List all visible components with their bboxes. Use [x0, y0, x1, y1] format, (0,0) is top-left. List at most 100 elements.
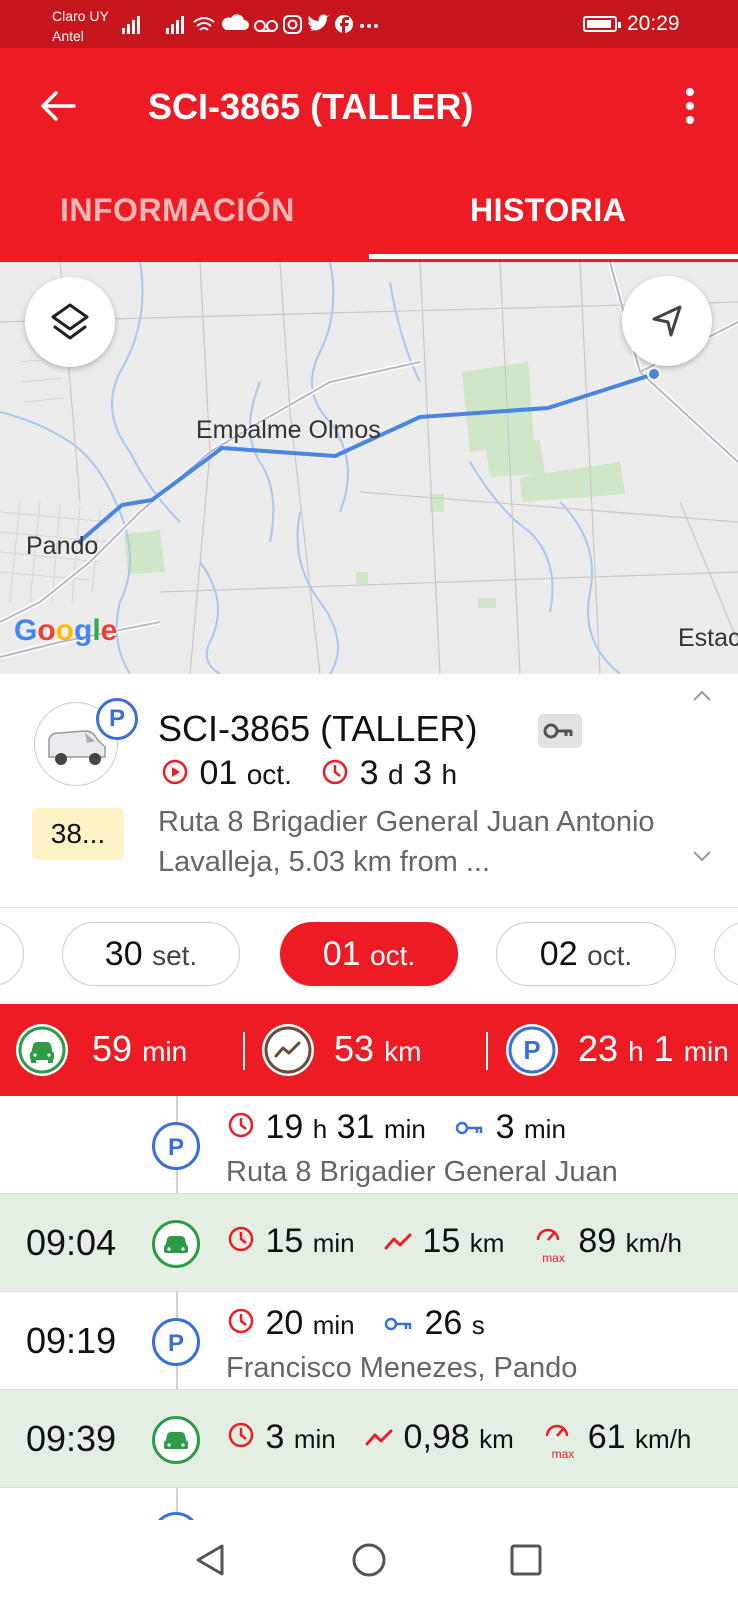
duration-hours-unit: h — [441, 759, 458, 790]
drive-node-icon — [152, 1220, 200, 1268]
max-speed-value: 61 — [587, 1418, 626, 1456]
clock-icon — [228, 1422, 254, 1448]
arrow-left-icon — [41, 91, 76, 121]
collapse-chevron-icon[interactable] — [690, 686, 714, 706]
event-time: 09:39 — [26, 1418, 117, 1459]
date-pill-prev-partial[interactable] — [0, 922, 24, 986]
event-time: 09:04 — [26, 1222, 117, 1263]
status-bar: Claro UY Antel 20:29 — [0, 0, 738, 48]
drive-time-value: 59 — [92, 1028, 133, 1069]
map-label-pando: Pando — [26, 532, 99, 560]
svg-text:P: P — [523, 1035, 540, 1065]
speed-unit: km/h — [625, 1228, 682, 1258]
navigation-icon — [652, 305, 682, 337]
timeline-row-parking[interactable]: P 19 h 31 min 3 min Ruta 8 Brigadier Gen… — [0, 1096, 738, 1194]
max-speed-icon — [545, 1424, 569, 1437]
car-icon — [18, 1026, 66, 1074]
clock-icon — [228, 1308, 254, 1334]
key-icon — [543, 723, 573, 739]
key-icon — [455, 1121, 483, 1135]
clock-icon — [228, 1226, 254, 1252]
layers-icon — [51, 303, 89, 340]
timeline-row-drive[interactable]: 09:39 3 min 0,98 km max 61 km/h — [0, 1390, 738, 1488]
ignition-unit: min — [524, 1114, 566, 1144]
vehicle-address: Ruta 8 Brigadier General Juan Antonio La… — [158, 806, 655, 878]
parking-status-badge: P — [96, 698, 138, 740]
distance-unit: km — [384, 1036, 422, 1067]
duration-minutes: 31 — [336, 1108, 375, 1146]
route-trend-icon — [264, 1026, 312, 1074]
map-layers-button[interactable] — [25, 277, 115, 367]
ignition-value: 26 — [424, 1304, 463, 1342]
parking-summary: 23 h 1 min — [578, 1028, 729, 1070]
duration-hours: 3 — [413, 754, 432, 792]
event-address: Francisco Menezes, Pando — [226, 1352, 578, 1384]
svg-text:P: P — [168, 1134, 184, 1161]
key-icon — [384, 1317, 412, 1331]
history-timeline[interactable]: P 19 h 31 min 3 min Ruta 8 Brigadier Gen… — [0, 1096, 738, 1520]
park-minutes: 1 — [653, 1028, 674, 1069]
duration-minutes-unit: min — [383, 1114, 426, 1144]
svg-text:P: P — [168, 1330, 184, 1357]
duration-value: 15 — [265, 1222, 304, 1260]
clock-icon — [322, 759, 348, 785]
system-nav-icons — [196, 1543, 542, 1577]
overflow-menu-button[interactable] — [672, 84, 708, 128]
date-month: set. — [152, 940, 198, 971]
distance-value: 0,98 — [403, 1418, 470, 1456]
drive-summary: 59 min — [92, 1028, 187, 1070]
parking-node-icon: P — [152, 1122, 200, 1170]
date-pill-30-set[interactable]: 30 set. — [62, 922, 240, 986]
vehicle-title: SCI-3865 (TALLER) — [158, 708, 478, 749]
event-stats: 20 min 26 s — [226, 1304, 485, 1343]
back-button[interactable] — [36, 84, 80, 128]
distance-summary-icon — [262, 1024, 314, 1076]
play-circle-icon — [162, 759, 188, 785]
more-vert-icon — [686, 88, 694, 124]
date-selector[interactable]: 30 set. 01 oct. 02 oct. — [0, 908, 738, 1004]
vehicle-info-card[interactable]: P SCI-3865 (TALLER) 01 oct. 3 d 3 h 38..… — [0, 674, 738, 908]
home-nav-icon — [352, 1543, 386, 1577]
clock-icon — [228, 1112, 254, 1138]
timeline-row-partial[interactable] — [0, 1488, 738, 1520]
carrier-2: Antel — [52, 28, 84, 44]
notification-icons — [122, 14, 378, 34]
system-nav-bar — [0, 1520, 738, 1600]
event-time: 09:19 — [26, 1320, 117, 1361]
map-locate-button[interactable] — [622, 276, 712, 366]
date-pill-next-partial[interactable] — [714, 922, 738, 986]
park-minutes-unit: min — [683, 1036, 729, 1067]
tab-historia[interactable]: HISTORIA — [470, 192, 626, 229]
distance-trend-icon — [384, 1233, 412, 1250]
distance-summary: 53 km — [334, 1028, 421, 1070]
day-summary-bar: 59 min 53 km P 23 h 1 min — [0, 1004, 738, 1096]
map-label-estac: Estac — [678, 624, 738, 652]
recents-nav-icon — [510, 1544, 542, 1576]
max-speed-value: 89 — [578, 1222, 617, 1260]
summary-divider — [486, 1032, 488, 1070]
ignition-unit: s — [471, 1310, 485, 1340]
tab-informacion[interactable]: INFORMACIÓN — [60, 192, 295, 229]
park-hours: 23 — [578, 1028, 619, 1069]
timeline-row-parking[interactable]: 09:19 P 20 min 26 s Francisco Menezes, P… — [0, 1292, 738, 1390]
duration-hours-unit: h — [312, 1114, 328, 1144]
event-address: Ruta 8 Brigadier General Juan — [226, 1156, 618, 1188]
date-day: 02 — [539, 935, 578, 973]
page-title: SCI-3865 (TALLER) — [148, 86, 474, 127]
duration-hours: 19 — [265, 1108, 304, 1146]
speed-unit: km/h — [635, 1424, 692, 1454]
max-label: max — [551, 1447, 575, 1461]
carrier-1: Claro UY — [52, 8, 109, 24]
expand-chevron-icon[interactable] — [690, 846, 714, 866]
parking-node-icon — [152, 1512, 200, 1520]
distance-trend-icon — [365, 1429, 393, 1446]
date-pill-02-oct[interactable]: 02 oct. — [496, 922, 676, 986]
timeline-row-drive[interactable]: 09:04 15 min 15 km max 89 km/h — [0, 1194, 738, 1292]
date-pill-01-oct[interactable]: 01 oct. — [280, 922, 458, 986]
drive-node-icon — [152, 1416, 200, 1464]
route-map[interactable]: Empalme Olmos Pando Estac Google — [0, 262, 738, 674]
battery-icon — [583, 16, 621, 32]
date-month: oct. — [587, 940, 633, 971]
app-bar: SCI-3865 (TALLER) INFORMACIÓN HISTORIA — [0, 48, 738, 262]
carrier-info: Claro UY Antel — [52, 6, 109, 46]
